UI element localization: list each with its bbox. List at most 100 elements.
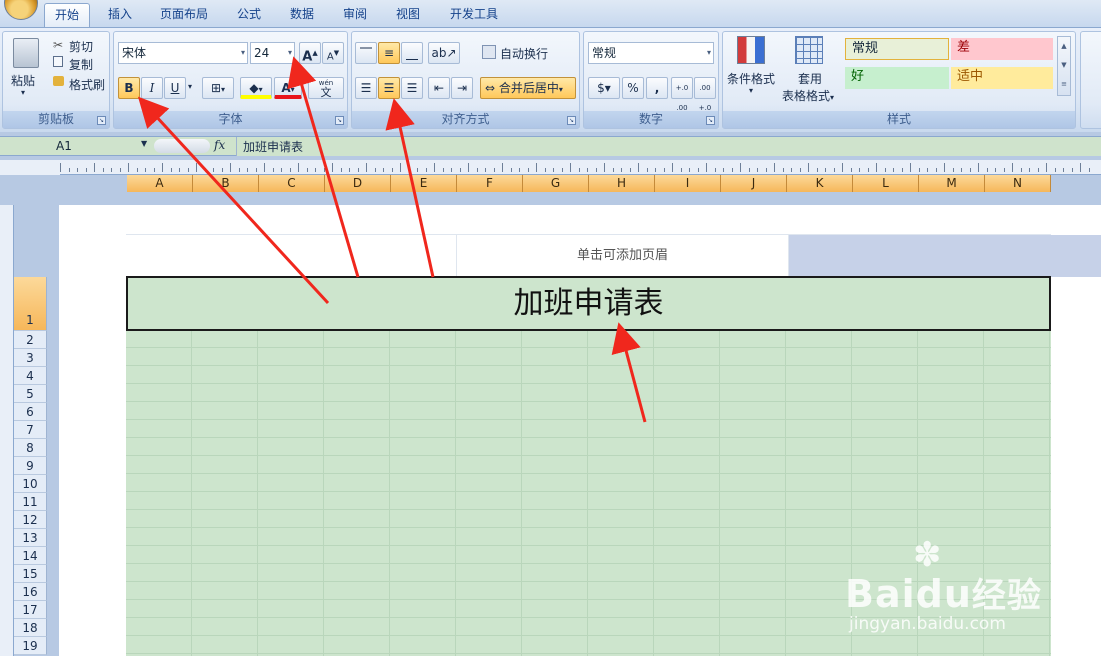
row-header[interactable]: 14 bbox=[14, 547, 47, 565]
column-header[interactable]: M bbox=[919, 175, 985, 192]
baidu-watermark: ✽ Baidu经验 jingyan.baidu.com bbox=[845, 538, 1075, 640]
phonetic-guide-button[interactable]: wén 文 bbox=[308, 77, 344, 99]
dialog-launcher-icon[interactable]: ↘ bbox=[706, 116, 715, 125]
underline-dropdown-icon[interactable]: ▾ bbox=[188, 82, 192, 91]
formula-input[interactable]: 加班申请表 bbox=[236, 137, 1101, 156]
fill-color-button[interactable]: ◆▾ bbox=[240, 77, 272, 99]
row-header[interactable]: 19 bbox=[14, 637, 47, 655]
tab-view[interactable]: 视图 bbox=[386, 3, 430, 27]
tab-insert[interactable]: 插入 bbox=[98, 3, 142, 27]
row-header[interactable]: 12 bbox=[14, 511, 47, 529]
wrap-text-button[interactable]: 自动换行 bbox=[500, 45, 548, 62]
tab-data[interactable]: 数据 bbox=[280, 3, 324, 27]
orientation-button[interactable]: ab↗ bbox=[428, 42, 460, 64]
column-header[interactable]: E bbox=[391, 175, 457, 192]
align-top-button[interactable]: ⎺ bbox=[355, 42, 377, 64]
tab-home[interactable]: 开始 bbox=[44, 3, 91, 27]
row-header[interactable]: 1 bbox=[14, 277, 47, 331]
border-button[interactable]: ⊞▾ bbox=[202, 77, 234, 99]
chevron-down-icon[interactable]: ▾ bbox=[749, 86, 753, 95]
align-right-button[interactable]: ☰ bbox=[401, 77, 423, 99]
style-neutral[interactable]: 适中 bbox=[951, 67, 1053, 89]
column-header[interactable]: N bbox=[985, 175, 1051, 192]
align-center-button[interactable]: ☰ bbox=[378, 77, 400, 99]
column-header[interactable]: F bbox=[457, 175, 523, 192]
align-bottom-button[interactable]: ⎽ bbox=[401, 42, 423, 64]
row-header[interactable]: 9 bbox=[14, 457, 47, 475]
row-header[interactable]: 10 bbox=[14, 475, 47, 493]
grow-font-button[interactable]: A▲ bbox=[299, 42, 321, 64]
italic-button[interactable]: I bbox=[141, 77, 163, 99]
row-header[interactable]: 2 bbox=[14, 331, 47, 349]
column-header[interactable]: L bbox=[853, 175, 919, 192]
format-as-table-button[interactable]: 表格格式▾ bbox=[782, 87, 834, 104]
row-header[interactable]: 5 bbox=[14, 385, 47, 403]
accounting-format-button[interactable]: $▾ bbox=[588, 77, 620, 99]
style-normal[interactable]: 常规 bbox=[845, 38, 949, 60]
row-header[interactable]: 6 bbox=[14, 403, 47, 421]
column-header[interactable]: D bbox=[325, 175, 391, 192]
conditional-format-button[interactable]: 条件格式 bbox=[727, 70, 775, 87]
shrink-font-button[interactable]: A▼ bbox=[322, 42, 344, 64]
increase-decimal-button[interactable]: +.0 .00 bbox=[671, 77, 693, 112]
name-box[interactable]: A1 bbox=[0, 137, 150, 155]
formula-bar-splitter[interactable] bbox=[154, 139, 210, 153]
style-good[interactable]: 好 bbox=[845, 67, 949, 89]
comma-style-button[interactable]: , bbox=[646, 77, 668, 99]
dialog-launcher-icon[interactable]: ↘ bbox=[335, 116, 344, 125]
column-header[interactable]: H bbox=[589, 175, 655, 192]
font-size-combo[interactable]: 24 ▾ bbox=[250, 42, 295, 64]
tab-page-layout[interactable]: 页面布局 bbox=[150, 3, 218, 27]
tab-review[interactable]: 审阅 bbox=[333, 3, 377, 27]
vertical-ruler[interactable] bbox=[0, 205, 14, 656]
column-header[interactable]: C bbox=[259, 175, 325, 192]
row-header[interactable]: 7 bbox=[14, 421, 47, 439]
row-header[interactable]: 17 bbox=[14, 601, 47, 619]
row-header[interactable]: 3 bbox=[14, 349, 47, 367]
column-header[interactable]: B bbox=[193, 175, 259, 192]
column-header[interactable]: K bbox=[787, 175, 853, 192]
row-header[interactable]: 16 bbox=[14, 583, 47, 601]
column-header[interactable]: I bbox=[655, 175, 721, 192]
format-as-table-line1[interactable]: 套用 bbox=[798, 70, 822, 87]
increase-indent-button[interactable]: ⇥ bbox=[451, 77, 473, 99]
paste-button[interactable]: 粘贴 bbox=[11, 72, 35, 89]
bold-button[interactable]: B bbox=[118, 77, 140, 99]
column-header[interactable]: G bbox=[523, 175, 589, 192]
cut-button[interactable]: 剪切 bbox=[69, 38, 93, 55]
merge-center-button[interactable]: ⇔ 合并后居中▾ bbox=[480, 77, 576, 99]
number-format-combo[interactable]: 常规 ▾ bbox=[588, 42, 714, 64]
page-header-area[interactable]: 单击可添加页眉 bbox=[126, 234, 1101, 277]
row-header[interactable]: 4 bbox=[14, 367, 47, 385]
dialog-launcher-icon[interactable]: ↘ bbox=[567, 116, 576, 125]
styles-gallery-scroll[interactable]: ▲ ▼ ≡ bbox=[1057, 36, 1071, 96]
row-header[interactable]: 8 bbox=[14, 439, 47, 457]
row-header[interactable]: 13 bbox=[14, 529, 47, 547]
format-painter-button[interactable]: 格式刷 bbox=[69, 76, 105, 93]
row-header[interactable]: 11 bbox=[14, 493, 47, 511]
underline-button[interactable]: U bbox=[164, 77, 186, 99]
header-right-section[interactable] bbox=[789, 235, 1101, 277]
row-header[interactable]: 18 bbox=[14, 619, 47, 637]
tab-formulas[interactable]: 公式 bbox=[227, 3, 271, 27]
header-prompt[interactable]: 单击可添加页眉 bbox=[456, 235, 789, 277]
align-left-button[interactable]: ☰ bbox=[355, 77, 377, 99]
horizontal-ruler[interactable] bbox=[60, 160, 1101, 175]
dialog-launcher-icon[interactable]: ↘ bbox=[97, 116, 106, 125]
insert-function-icon[interactable]: fx bbox=[214, 138, 225, 152]
column-header[interactable]: J bbox=[721, 175, 787, 192]
align-middle-button[interactable]: ≡ bbox=[378, 42, 400, 64]
row-header[interactable]: 15 bbox=[14, 565, 47, 583]
column-header[interactable]: A bbox=[127, 175, 193, 192]
decrease-decimal-button[interactable]: .00 +.0 bbox=[694, 77, 716, 112]
style-bad[interactable]: 差 bbox=[951, 38, 1053, 60]
copy-button[interactable]: 复制 bbox=[69, 56, 93, 73]
font-name-combo[interactable]: 宋体 ▾ bbox=[118, 42, 248, 64]
decrease-indent-button[interactable]: ⇤ bbox=[428, 77, 450, 99]
name-box-dropdown-icon[interactable]: ▼ bbox=[141, 139, 147, 148]
paste-dropdown-icon[interactable]: ▾ bbox=[21, 88, 25, 97]
tab-developer[interactable]: 开发工具 bbox=[440, 3, 508, 27]
percent-button[interactable]: % bbox=[622, 77, 644, 99]
merged-title-cell[interactable]: 加班申请表 bbox=[126, 276, 1051, 331]
font-color-button[interactable]: A▾ bbox=[274, 77, 302, 99]
